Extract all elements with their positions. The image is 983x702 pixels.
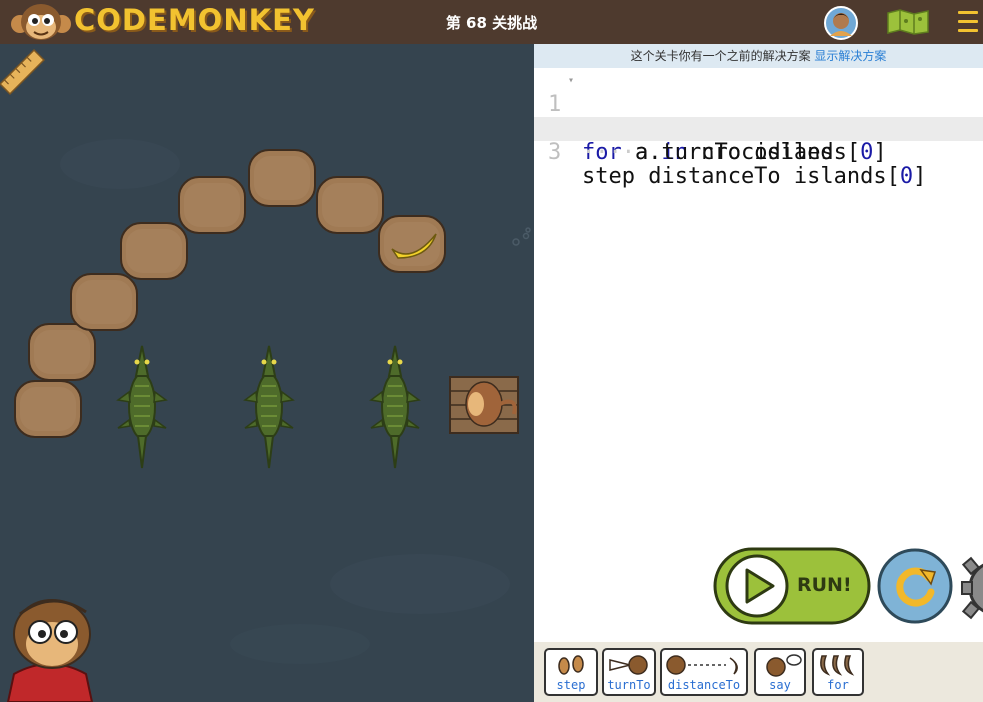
settings-gear-icon[interactable]	[960, 552, 983, 624]
say-icon	[766, 654, 802, 677]
turnto-label: turnTo	[607, 678, 651, 692]
step-command[interactable]: step	[544, 648, 598, 696]
run-label: RUN!	[797, 574, 852, 596]
island	[14, 380, 82, 438]
command-toolbar: step turnTo distanceTo say for	[534, 642, 983, 702]
monkey-character-icon	[6, 599, 94, 702]
island	[378, 215, 446, 273]
top-bar: CODEMONKEY 第 68 关挑战	[0, 0, 983, 44]
say-label: say	[769, 678, 791, 692]
crocodile	[370, 345, 420, 469]
island	[248, 149, 316, 207]
map-icon[interactable]	[886, 9, 930, 35]
crocodile	[244, 345, 294, 469]
for-label: for	[827, 678, 849, 692]
code-line-active[interactable]: 3 step distanceTo islands[0]	[534, 117, 983, 189]
say-command[interactable]: say	[754, 648, 806, 696]
turnto-command[interactable]: turnTo	[602, 648, 656, 696]
island	[70, 273, 138, 331]
code-line[interactable]: 1 ▾ for a in crocodiles	[534, 69, 983, 165]
code-line-content[interactable]: ····a.turnTo islands[0]	[582, 141, 887, 165]
island	[178, 176, 246, 234]
distanceto-icon	[666, 655, 738, 675]
turnto-icon	[609, 655, 648, 675]
code-token: ]	[913, 164, 927, 189]
step-label: step	[556, 678, 586, 692]
line-number: 3	[548, 140, 562, 165]
raft-monkey	[449, 376, 519, 434]
crocodile	[117, 345, 167, 469]
fold-arrow-icon[interactable]: ▾	[568, 69, 574, 93]
reset-icon[interactable]	[877, 548, 953, 624]
game-board	[0, 44, 534, 702]
code-token: step distanceTo islands[	[582, 164, 900, 189]
code-line[interactable]: 2 ····a.turnTo islands[0]	[534, 93, 983, 165]
code-token: a.turnTo islands[	[634, 140, 861, 165]
code-token: ]	[873, 140, 887, 165]
island	[316, 176, 384, 234]
run-button[interactable]: RUN!	[713, 547, 871, 625]
code-token: 0	[899, 164, 914, 189]
bananas-icon	[820, 655, 855, 676]
island	[120, 222, 188, 280]
previous-solution-notice: 这个关卡你有一个之前的解决方案 显示解决方案	[534, 44, 983, 68]
footprints-icon	[558, 655, 584, 675]
notice-text: 这个关卡你有一个之前的解决方案	[630, 49, 811, 63]
distanceto-label: distanceTo	[667, 678, 741, 692]
distanceto-command[interactable]: distanceTo	[660, 648, 748, 696]
show-solution-link[interactable]: 显示解决方案	[814, 49, 886, 63]
for-command[interactable]: for	[812, 648, 864, 696]
code-line-content[interactable]: step distanceTo islands[0]	[582, 165, 926, 189]
user-avatar-icon[interactable]	[824, 6, 858, 40]
menu-icon[interactable]	[958, 11, 978, 33]
bubbles-icon	[512, 227, 531, 246]
game-scene	[0, 49, 531, 702]
island	[28, 323, 96, 381]
ruler-icon[interactable]	[0, 49, 45, 95]
code-token: 0	[860, 140, 874, 165]
code-lines[interactable]: 1 ▾ for a in crocodiles 2 ····a.turnTo i…	[534, 69, 983, 189]
